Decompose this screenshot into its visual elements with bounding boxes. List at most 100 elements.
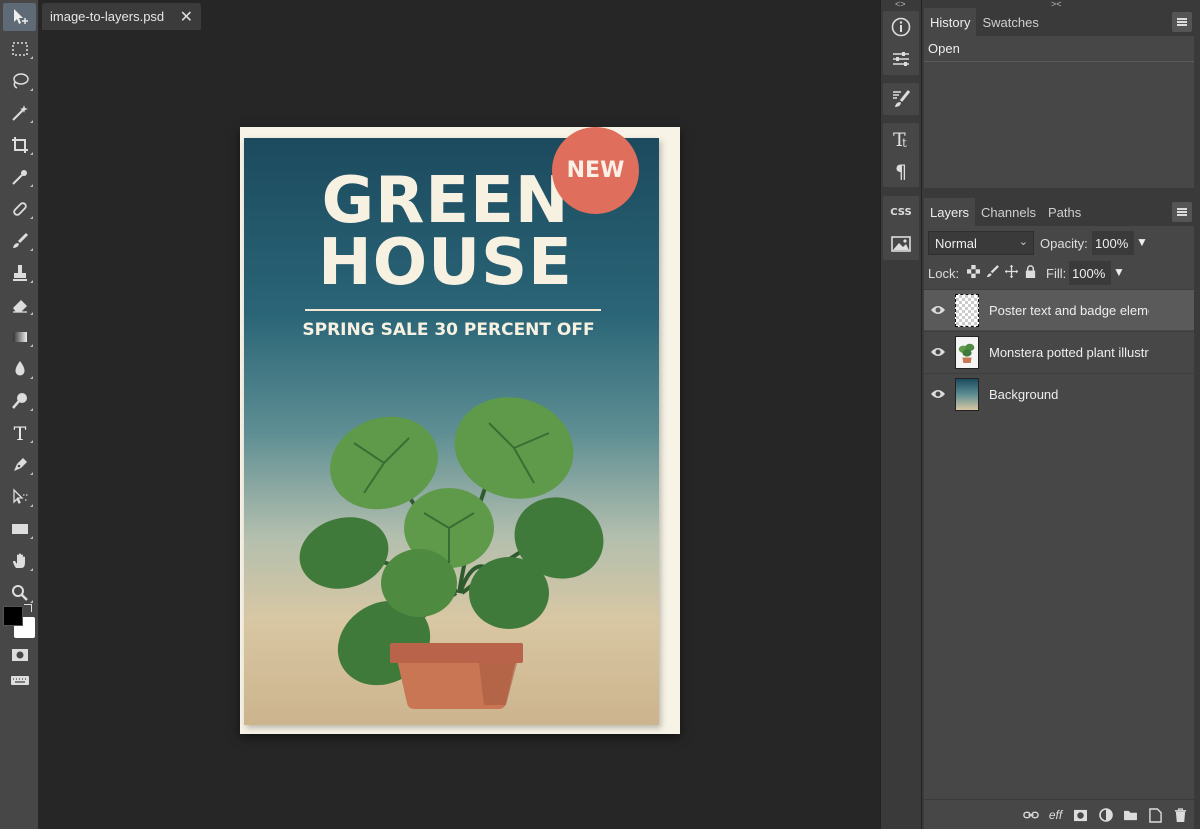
icon-group-4: CSS (883, 196, 919, 260)
crop-tool-icon[interactable] (3, 131, 36, 159)
lock-all-icon[interactable] (1023, 264, 1038, 279)
quick-mask-icon[interactable] (3, 641, 36, 669)
move-tool-icon[interactable] (3, 3, 36, 31)
history-panel: History Swatches Open (924, 8, 1194, 188)
eye-icon[interactable] (930, 387, 946, 401)
document-tab[interactable]: image-to-layers.psd ✕ (42, 3, 201, 30)
color-swatches (0, 600, 39, 642)
marquee-tool-icon[interactable] (3, 35, 36, 63)
tab-history[interactable]: History (924, 8, 977, 36)
lock-icons (966, 264, 1038, 279)
brush-tool-icon[interactable] (3, 227, 36, 255)
svg-text:¶: ¶ (895, 161, 907, 182)
hand-tool-icon[interactable] (3, 547, 36, 575)
css-icon[interactable]: CSS (883, 196, 919, 228)
eyedropper-icon[interactable] (3, 163, 36, 191)
tab-paths[interactable]: Paths (1042, 198, 1087, 226)
canvas-workspace[interactable]: GREEN HOUSE SPRING SALE 30 PERCENT OFF (40, 36, 880, 829)
lasso-tool-icon[interactable] (3, 67, 36, 95)
tools-toolbar: T (0, 0, 39, 829)
layer-name: Monstera potted plant illustration (989, 345, 1149, 360)
poster-subtitle: SPRING SALE 30 PERCENT OFF (302, 320, 595, 340)
blend-mode-value: Normal (935, 236, 977, 251)
stamp-tool-icon[interactable] (3, 259, 36, 287)
layer-row-text[interactable]: Poster text and badge elements (924, 289, 1194, 330)
layer-name: Poster text and badge elements (989, 303, 1149, 318)
info-icon[interactable] (883, 11, 919, 43)
layer-thumbnail-plant (955, 336, 979, 369)
layers-footer: eff (924, 799, 1194, 829)
opacity-input[interactable]: 100% (1092, 231, 1134, 255)
effects-icon[interactable]: eff (1046, 806, 1065, 824)
right-panels: >< History Swatches Open Layers Channels… (922, 0, 1200, 829)
fill-label: Fill: (1046, 266, 1067, 281)
lock-position-icon[interactable] (1004, 264, 1019, 279)
svg-text:T: T (13, 423, 26, 443)
layer-row-background[interactable]: Background (924, 373, 1194, 414)
history-divider (924, 61, 1194, 62)
eye-icon[interactable] (930, 303, 946, 317)
healing-brush-icon[interactable] (3, 195, 36, 223)
svg-text:t: t (902, 136, 907, 150)
blur-tool-icon[interactable] (3, 355, 36, 383)
gradient-tool-icon[interactable] (3, 323, 36, 351)
character-icon[interactable]: Tt (883, 123, 919, 155)
icon-group-3: Tt ¶ (883, 123, 919, 187)
shape-tool-icon[interactable] (3, 515, 36, 543)
panel-icon-column: <> Tt ¶ CSS (880, 0, 922, 829)
pen-tool-icon[interactable] (3, 451, 36, 479)
opacity-label: Opacity: (1040, 236, 1088, 251)
poster-divider (305, 309, 601, 311)
swap-colors-icon[interactable] (24, 604, 32, 612)
eye-icon[interactable] (930, 345, 946, 359)
brush-settings-icon[interactable] (883, 83, 919, 115)
link-icon[interactable] (1021, 806, 1040, 824)
css-icon-label: CSS (890, 206, 912, 218)
foreground-color[interactable] (3, 606, 23, 626)
layers-panel: Layers Channels Paths Normal ⌄ Opacity: … (924, 198, 1194, 829)
new-badge: NEW (552, 127, 639, 214)
document-tab-label: image-to-layers.psd (50, 9, 165, 24)
history-item-open[interactable]: Open (928, 41, 960, 56)
poster-title-line2: HOUSE (318, 226, 573, 300)
lock-transparency-icon[interactable] (966, 264, 981, 279)
chevron-down-icon: ⌄ (1018, 236, 1028, 248)
image-icon[interactable] (883, 228, 919, 260)
history-menu-icon[interactable] (1172, 12, 1192, 32)
close-icon[interactable]: ✕ (180, 7, 193, 27)
icon-group-2 (883, 83, 919, 115)
mask-icon[interactable] (1071, 806, 1090, 824)
lock-pixels-icon[interactable] (985, 264, 1000, 279)
poster-artwork: GREEN HOUSE SPRING SALE 30 PERCENT OFF (244, 138, 659, 725)
layers-footer-icons: eff (1021, 806, 1190, 824)
folder-icon[interactable] (1121, 806, 1140, 824)
tab-layers[interactable]: Layers (924, 198, 976, 226)
icon-group-1 (883, 11, 919, 75)
tab-swatches[interactable]: Swatches (976, 8, 1044, 36)
tab-channels[interactable]: Channels (975, 198, 1042, 226)
fill-input[interactable]: 100% (1069, 261, 1111, 285)
blend-mode-select[interactable]: Normal ⌄ (928, 231, 1034, 255)
expand-arrows-icon[interactable]: <> (895, 0, 906, 9)
dodge-tool-icon[interactable] (3, 387, 36, 415)
lock-label: Lock: (928, 266, 960, 281)
path-select-icon[interactable] (3, 483, 36, 511)
layer-row-plant[interactable]: Monstera potted plant illustration (924, 331, 1194, 372)
document-canvas[interactable]: GREEN HOUSE SPRING SALE 30 PERCENT OFF (240, 127, 680, 734)
magic-wand-icon[interactable] (3, 99, 36, 127)
adjust-sliders-icon[interactable] (883, 43, 919, 75)
layer-thumbnail-background (955, 378, 979, 411)
adjustment-icon[interactable] (1096, 806, 1115, 824)
keyboard-icon[interactable] (3, 666, 36, 694)
eraser-tool-icon[interactable] (3, 291, 36, 319)
new-layer-icon[interactable] (1146, 806, 1165, 824)
layer-thumbnail-text (955, 294, 979, 327)
opacity-dropdown-icon[interactable]: ▼ (1136, 235, 1148, 249)
history-panel-tabs: History Swatches (924, 8, 1194, 36)
layers-menu-icon[interactable] (1172, 202, 1192, 222)
fill-dropdown-icon[interactable]: ▼ (1113, 265, 1125, 279)
layer-name: Background (989, 387, 1059, 402)
type-tool-icon[interactable]: T (3, 419, 36, 447)
paragraph-icon[interactable]: ¶ (883, 155, 919, 187)
trash-icon[interactable] (1171, 806, 1190, 824)
